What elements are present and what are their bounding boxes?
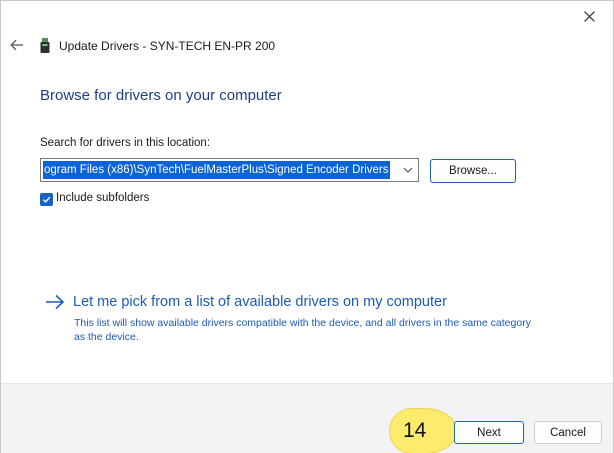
pick-from-list-label[interactable]: Let me pick from a list of available dri… <box>73 294 447 310</box>
checkmark-icon <box>42 196 51 203</box>
cancel-button[interactable]: Cancel <box>534 421 602 444</box>
chevron-down-icon[interactable] <box>402 164 414 176</box>
back-arrow-icon <box>10 39 23 51</box>
update-drivers-dialog: Update Drivers - SYN-TECH EN-PR 200 Brow… <box>0 0 614 453</box>
driver-path-text: ogram Files (x86)\SynTech\FuelMasterPlus… <box>44 164 389 176</box>
include-subfolders-label[interactable]: Include subfolders <box>56 192 149 204</box>
next-button[interactable]: Next <box>454 421 524 444</box>
usb-device-icon <box>40 38 50 53</box>
step-number-badge: 14 <box>389 408 457 453</box>
arrow-right-icon <box>46 294 65 310</box>
pick-from-list-link[interactable]: Let me pick from a list of available dri… <box>45 294 447 310</box>
back-button[interactable] <box>7 35 27 55</box>
pick-from-list-description: This list will show available drivers co… <box>74 317 531 343</box>
page-heading: Browse for drivers on your computer <box>40 87 282 104</box>
dialog-title: Update Drivers - SYN-TECH EN-PR 200 <box>59 39 276 53</box>
driver-path-combobox[interactable]: ogram Files (x86)\SynTech\FuelMasterPlus… <box>40 158 419 182</box>
close-icon <box>583 10 595 22</box>
include-subfolders-checkbox[interactable] <box>40 193 53 206</box>
search-location-label: Search for drivers in this location: <box>40 137 211 149</box>
browse-button[interactable]: Browse... <box>430 159 516 183</box>
close-button[interactable] <box>575 5 603 27</box>
driver-path-value[interactable]: ogram Files (x86)\SynTech\FuelMasterPlus… <box>43 161 390 179</box>
